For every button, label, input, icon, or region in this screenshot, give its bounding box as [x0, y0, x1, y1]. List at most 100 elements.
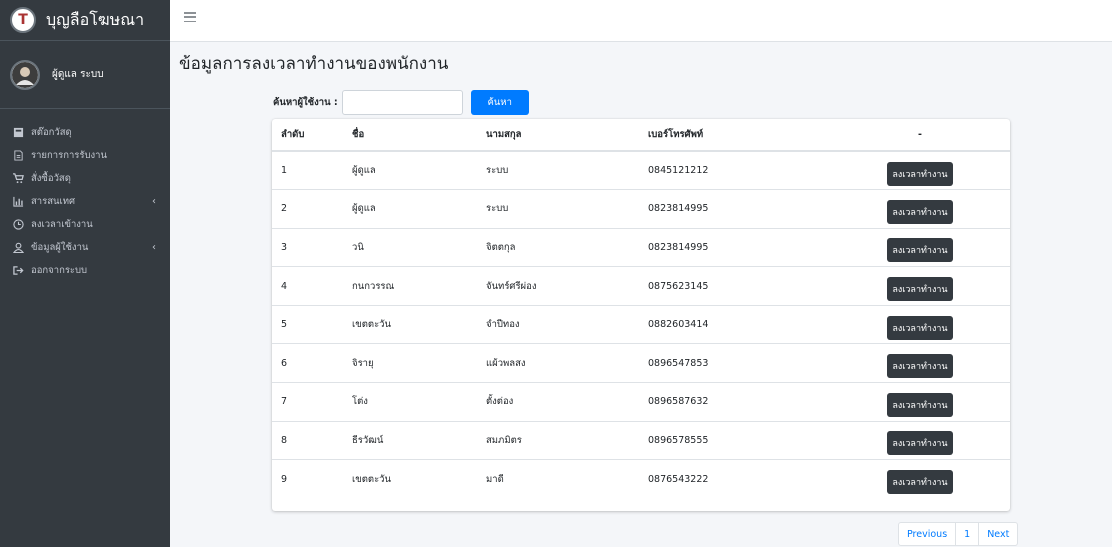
- clock-in-button[interactable]: ลงเวลาทำงาน: [887, 161, 953, 186]
- table-row: 4 กนกวรรณ จันทร์ศรีผ่อง 0875623145 ลงเวลาทำง…: [272, 266, 1010, 306]
- menu-toggle-icon[interactable]: [184, 12, 196, 22]
- sidebar-item-sign-out[interactable]: ออกจากระบบ: [0, 259, 170, 282]
- cell-phone: 0875623145: [648, 266, 880, 306]
- table-row: 7 โต่ง ตั้งต่อง 0896587632 ลงเวลาทำงาน: [272, 382, 1010, 422]
- cell-last-name: ระบบ: [486, 165, 509, 177]
- header-last-name: นามสกุล: [486, 119, 648, 152]
- sidebar-item-label: สต๊อกวัสดุ: [31, 127, 72, 138]
- page-title: ข้อมูลการลงเวลาทำงานของพนักงาน: [179, 54, 449, 74]
- sidebar: T บุญลือโฆษณา ผู้ดูแล ระบบ สต๊อกวัสดุราย…: [0, 0, 170, 547]
- sidebar-item-cart[interactable]: สั่งซื้อวัสดุ: [0, 167, 170, 190]
- cell-phone: 0823814995: [648, 227, 880, 267]
- cell-last-name: ระบบ: [486, 189, 648, 229]
- pagination: Previous 1 Next: [898, 522, 1019, 546]
- table-row: 8 ธีรวัฒน์ สมภมิตร 0896578555 ลงเวลาทำงาน: [272, 420, 1010, 460]
- header-first-name: ชื่อ: [352, 119, 486, 152]
- cell-first-name: เขตตะวัน: [352, 304, 486, 344]
- cell-last-name: แผ้วพลสง: [486, 343, 648, 383]
- table-row: 9 เขตตะวัน มาดี 0876543222 ลงเวลาทำงาน: [272, 459, 1010, 499]
- chevron-left-icon: ‹: [152, 196, 156, 207]
- cell-first-name: ผู้ดูแล: [352, 189, 486, 229]
- cell-action: ลงเวลาทำงาน: [880, 266, 1010, 306]
- cell-order: 6: [272, 343, 352, 383]
- clock-in-button[interactable]: ลงเวลาทำงาน: [887, 431, 953, 456]
- table-row: 1 ผู้ดูแล ระบบ 0845121212 ลงเวลาทำงาน: [272, 151, 1010, 190]
- table-body: 1 ผู้ดูแล ระบบ 0845121212 ลงเวลาทำงาน 2 ผู้ดูแ…: [272, 151, 1010, 499]
- cell-last-name: ตั้งต่อง: [486, 382, 648, 422]
- search-label: ค้นหาผู้ใช้งาน :: [273, 97, 338, 108]
- sidebar-item-document[interactable]: รายการการรับงาน: [0, 144, 170, 167]
- cell-order: 3: [272, 227, 352, 267]
- pagination-previous[interactable]: Previous: [898, 522, 957, 546]
- cell-first-name: ผู้ดูแล: [352, 165, 376, 177]
- timesheet-table-card: ลำดับ ชื่อ นามสกุล เบอร์โทรศัพท์ - 1 ผู้ด…: [272, 119, 1010, 511]
- cell-phone: 0896547853: [648, 343, 880, 383]
- cell-action: ลงเวลาทำงาน: [880, 343, 1010, 383]
- cell-first-name: เขตตะวัน: [352, 459, 486, 499]
- sidebar-item-label: ออกจากระบบ: [31, 265, 88, 276]
- clock-in-button[interactable]: ลงเวลาทำงาน: [887, 199, 953, 224]
- sidebar-item-label: รายการการรับงาน: [31, 150, 107, 161]
- table-row: 5 เขตตะวัน จำปีทอง 0882603414 ลงเวลาทำงาน: [272, 304, 1010, 344]
- cell-order: 4: [272, 266, 352, 306]
- cell-order: 2: [272, 189, 352, 229]
- cell-order: 9: [272, 459, 352, 499]
- clock-in-button[interactable]: ลงเวลาทำงาน: [887, 392, 953, 417]
- cell-action: ลงเวลาทำงาน: [880, 420, 1010, 460]
- top-navbar: [170, 0, 1112, 42]
- cell-phone: 0823814995: [648, 189, 880, 229]
- table-header-row: ลำดับ ชื่อ นามสกุล เบอร์โทรศัพท์ -: [272, 119, 1010, 152]
- sidebar-item-clock[interactable]: ลงเวลาเข้างาน: [0, 213, 170, 236]
- header-action: -: [880, 119, 1010, 152]
- clock-in-button[interactable]: ลงเวลาทำงาน: [887, 238, 953, 263]
- cell-phone: 0896587632: [648, 382, 880, 422]
- cell-order: 1: [281, 165, 288, 177]
- avatar-icon: [12, 61, 38, 88]
- cell-last-name: จันทร์ศรีผ่อง: [486, 266, 648, 306]
- user-icon: [12, 242, 24, 254]
- cell-action: ลงเวลาทำงาน: [880, 304, 1010, 344]
- pagination-page-1[interactable]: 1: [955, 522, 980, 546]
- box-icon: [12, 127, 24, 139]
- sidebar-item-label: ลงเวลาเข้างาน: [31, 219, 93, 230]
- pagination-next[interactable]: Next: [978, 522, 1019, 546]
- sidebar-item-user[interactable]: ข้อมูลผู้ใช้งาน ‹: [0, 236, 170, 259]
- cell-first-name: ธีรวัฒน์: [352, 420, 486, 460]
- brand[interactable]: T บุญลือโฆษณา: [0, 0, 170, 41]
- sidebar-item-label: ข้อมูลผู้ใช้งาน: [31, 242, 89, 253]
- brand-logo: T: [10, 7, 36, 33]
- clock-icon: [12, 219, 24, 231]
- sidebar-item-label: สั่งซื้อวัสดุ: [31, 173, 71, 184]
- table-row: 6 จิรายุ แผ้วพลสง 0896547853 ลงเวลาทำงาน: [272, 343, 1010, 383]
- cell-order: 7: [272, 382, 352, 422]
- table-row: 2 ผู้ดูแล ระบบ 0823814995 ลงเวลาทำงาน: [272, 189, 1010, 229]
- cell-action: ลงเวลาทำงาน: [880, 189, 1010, 229]
- cell-action: ลงเวลาทำงาน: [880, 459, 1010, 499]
- sidebar-item-label: สารสนเทศ: [31, 196, 76, 207]
- cell-first-name: โต่ง: [352, 382, 486, 422]
- cell-order: 8: [272, 420, 352, 460]
- avatar: [10, 59, 40, 90]
- document-icon: [12, 150, 24, 162]
- cell-first-name: จิรายุ: [352, 343, 486, 383]
- clock-in-button[interactable]: ลงเวลาทำงาน: [887, 470, 953, 495]
- user-panel[interactable]: ผู้ดูแล ระบบ: [0, 41, 170, 109]
- cell-phone: 0882603414: [648, 304, 880, 344]
- clock-in-button[interactable]: ลงเวลาทำงาน: [887, 277, 953, 302]
- clock-in-button[interactable]: ลงเวลาทำงาน: [887, 315, 953, 340]
- cell-action: ลงเวลาทำงาน: [880, 382, 1010, 422]
- sidebar-item-chart[interactable]: สารสนเทศ ‹: [0, 190, 170, 213]
- user-name: ผู้ดูแล ระบบ: [52, 69, 104, 80]
- cell-last-name: จิตตกุล: [486, 227, 648, 267]
- cart-icon: [12, 173, 24, 185]
- search-input[interactable]: [341, 90, 463, 115]
- sidebar-item-box[interactable]: สต๊อกวัสดุ: [0, 121, 170, 144]
- cell-last-name: สมภมิตร: [486, 420, 648, 460]
- cell-first-name: วนิ: [352, 227, 486, 267]
- cell-phone: 0845121212: [648, 165, 709, 177]
- chevron-left-icon: ‹: [152, 242, 156, 253]
- search-button[interactable]: ค้นหา: [470, 90, 529, 115]
- sidebar-nav: สต๊อกวัสดุรายการการรับงานสั่งซื้อวัสดุสา…: [0, 109, 170, 282]
- clock-in-button[interactable]: ลงเวลาทำงาน: [887, 354, 953, 379]
- employee-table: ลำดับ ชื่อ นามสกุล เบอร์โทรศัพท์ - 1 ผู้ด…: [272, 119, 1010, 499]
